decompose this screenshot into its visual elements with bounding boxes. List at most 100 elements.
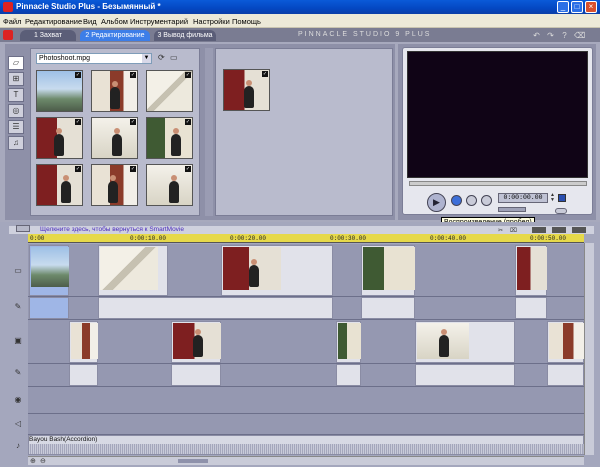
timecode-spinner-icon[interactable]: ▲ ▼ xyxy=(550,193,555,203)
track-separator xyxy=(28,319,584,320)
audio-clip[interactable] xyxy=(98,297,333,319)
overlay-icon[interactable]: ▣ xyxy=(12,336,24,346)
source-file-select[interactable]: Photoshoot.mpg ▼ xyxy=(36,53,152,64)
audio-clip[interactable] xyxy=(361,297,415,319)
menu-file[interactable]: Файл xyxy=(3,17,21,26)
fullscreen-checkbox[interactable] xyxy=(558,194,566,202)
delete-icon[interactable]: ⌧ xyxy=(510,227,518,234)
camera-icon[interactable]: ▭ xyxy=(12,266,24,276)
audio-clip[interactable] xyxy=(515,297,547,319)
menu-help[interactable]: Помощь xyxy=(232,17,261,26)
minimize-button[interactable]: _ xyxy=(557,1,569,13)
fast-forward-button[interactable] xyxy=(481,195,492,206)
overlay-clip[interactable] xyxy=(415,321,515,363)
photos-icon[interactable]: ◎ xyxy=(8,104,24,118)
play-button[interactable]: ▶ xyxy=(427,193,446,212)
scrubber-bar[interactable] xyxy=(409,181,587,186)
scissors-icon[interactable]: ✂ xyxy=(498,227,506,234)
speaker-icon[interactable]: ◁ xyxy=(12,419,24,429)
scene-thumbnail[interactable]: ✓ xyxy=(146,117,193,159)
clip-thumbnail xyxy=(363,247,415,290)
maximize-button[interactable]: □ xyxy=(571,1,583,13)
rewind-button[interactable] xyxy=(466,195,477,206)
video-clip[interactable] xyxy=(515,245,547,296)
menus-icon[interactable]: ☰ xyxy=(8,120,24,134)
scroll-thumb[interactable] xyxy=(178,459,208,463)
timeline-view-icon[interactable] xyxy=(552,227,566,233)
ruler-tick: 0:00:40.00 xyxy=(430,235,467,242)
close-button[interactable]: × xyxy=(585,1,597,13)
title-track-icon[interactable]: ◉ xyxy=(12,395,24,405)
clip-thumbnail xyxy=(223,247,281,290)
track-separator xyxy=(28,386,584,387)
storyboard-view-icon[interactable] xyxy=(532,227,546,233)
tab-make-movie[interactable]: 3 Вывод фильма xyxy=(154,30,216,41)
audio-clip[interactable] xyxy=(29,297,69,319)
go-to-start-button[interactable] xyxy=(451,195,462,206)
sound-effects-icon[interactable]: ♫ xyxy=(8,136,24,150)
scene-thumbnail[interactable]: ✓ xyxy=(36,164,83,206)
music-note-icon[interactable]: ♪ xyxy=(12,441,24,451)
titles-icon[interactable]: T xyxy=(8,88,24,102)
overlay-audio-clip[interactable] xyxy=(415,364,515,386)
source-file-name: Photoshoot.mpg xyxy=(39,55,90,62)
scene-thumbnail[interactable]: ✓ xyxy=(223,69,270,111)
trash-icon[interactable]: ⌫ xyxy=(574,31,585,40)
menu-settings[interactable]: Настройки xyxy=(193,17,230,26)
scene-thumbnail[interactable]: ✓ xyxy=(91,164,138,206)
timeline-vertical-scrollbar[interactable] xyxy=(584,243,594,455)
overlay-audio-clip[interactable] xyxy=(336,364,361,386)
timecode-display[interactable]: 0:00:00.00 xyxy=(498,193,548,203)
tab-edit[interactable]: 2 Редактирование xyxy=(80,30,150,41)
dvd-controls-toggle[interactable] xyxy=(555,208,567,214)
overlay-clip[interactable] xyxy=(336,321,361,363)
scene-thumbnail[interactable]: ✓ xyxy=(91,70,138,112)
video-clip[interactable] xyxy=(361,245,415,296)
video-clip[interactable] xyxy=(98,245,168,296)
redo-icon[interactable]: ↷ xyxy=(546,31,555,40)
ruler-tick: 0:00:30.00 xyxy=(330,235,367,242)
scene-thumbnail[interactable]: ✓ xyxy=(36,70,83,112)
zoom-in-icon[interactable]: ⊕ xyxy=(30,457,36,465)
window-title: Pinnacle Studio Plus - Безымянный * xyxy=(16,2,161,11)
menu-album[interactable]: Альбом xyxy=(101,17,128,26)
time-ruler[interactable]: 0:00 0:00:10.00 0:00:20.00 0:00:30.00 0:… xyxy=(28,234,584,243)
menu-view[interactable]: Вид xyxy=(83,17,97,26)
menu-tools[interactable]: Инструментарий xyxy=(130,17,188,26)
undo-icon[interactable]: ↶ xyxy=(532,31,541,40)
refresh-icon[interactable]: ⟳ xyxy=(158,53,167,62)
scene-thumbnail[interactable]: ✓ xyxy=(91,117,138,159)
volume-pen-icon[interactable]: ✎ xyxy=(12,368,24,378)
person-figure xyxy=(249,259,259,287)
clip-thumbnail xyxy=(417,323,469,359)
text-view-icon[interactable] xyxy=(572,227,586,233)
overlay-audio-clip[interactable] xyxy=(547,364,584,386)
overlay-clip[interactable] xyxy=(547,321,584,363)
video-clip[interactable] xyxy=(29,245,69,296)
video-scenes-icon[interactable]: ▱ xyxy=(8,56,24,70)
zoom-out-icon[interactable]: ⊖ xyxy=(40,457,46,465)
volume-slider[interactable] xyxy=(498,207,526,212)
volume-pen-icon[interactable]: ✎ xyxy=(12,302,24,312)
transitions-icon[interactable]: ⊞ xyxy=(8,72,24,86)
check-icon: ✓ xyxy=(262,71,268,77)
scene-thumbnail[interactable]: ✓ xyxy=(146,70,193,112)
menu-edit[interactable]: Редактирование xyxy=(25,17,82,26)
video-clip[interactable] xyxy=(221,245,333,296)
album-page-divider[interactable] xyxy=(205,48,213,216)
timeline-horizontal-scrollbar[interactable]: ⊕ ⊖ xyxy=(28,456,584,465)
scene-thumbnail[interactable]: ✓ xyxy=(146,164,193,206)
sound-effects-track xyxy=(28,414,584,434)
smartmovie-link[interactable]: Щелкните здесь, чтобы вернуться к SmartM… xyxy=(40,226,184,233)
overlay-clip[interactable] xyxy=(69,321,98,363)
overlay-audio-clip[interactable] xyxy=(69,364,98,386)
check-icon: ✓ xyxy=(185,119,191,125)
overlay-audio-clip[interactable] xyxy=(171,364,221,386)
timeline-handle-icon[interactable] xyxy=(16,225,30,232)
person-figure xyxy=(108,175,118,203)
folder-icon[interactable]: ▭ xyxy=(170,53,179,62)
scene-thumbnail[interactable]: ✓ xyxy=(36,117,83,159)
tab-capture[interactable]: 1 Захват xyxy=(20,30,76,41)
help-icon[interactable]: ? xyxy=(560,31,569,40)
overlay-clip[interactable] xyxy=(171,321,221,363)
